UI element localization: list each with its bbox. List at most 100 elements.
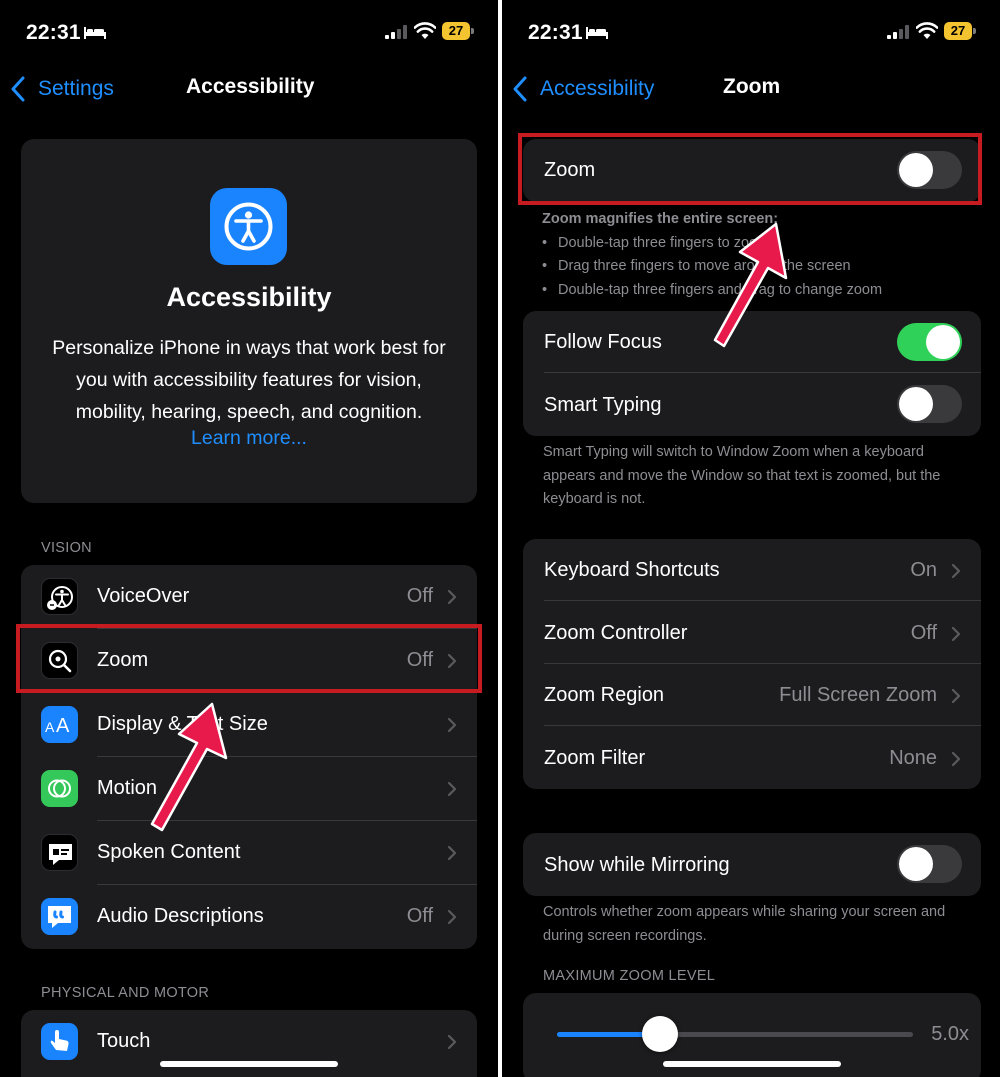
status-time: 22:31: [528, 21, 583, 44]
zoom-description: Zoom magnifies the entire screen: Double…: [542, 208, 970, 302]
chevron-right-icon: [447, 653, 457, 669]
maximum-zoom-level-header: MAXIMUM ZOOM LEVEL: [543, 968, 716, 984]
chevron-right-icon: [951, 626, 961, 642]
accessibility-hero-card: Accessibility Personalize iPhone in ways…: [21, 139, 477, 503]
navigation-bar: Settings Accessibility: [0, 62, 498, 116]
zoom-options-card: Keyboard Shortcuts On Zoom Controller Of…: [523, 539, 981, 789]
row-label: Audio Descriptions: [97, 905, 264, 927]
follow-focus-switch[interactable]: [897, 323, 962, 361]
chevron-right-icon: [447, 781, 457, 797]
max-zoom-value: 5.0x: [931, 1023, 969, 1045]
status-time: 22:31: [26, 21, 81, 44]
spoken-content-icon: [41, 834, 78, 871]
vision-row-motion[interactable]: Motion: [21, 757, 477, 821]
chevron-right-icon: [951, 751, 961, 767]
back-button-label: Settings: [38, 77, 114, 100]
vision-row-spoken-content[interactable]: Spoken Content: [21, 821, 477, 885]
zoom-icon: [41, 642, 78, 679]
text-size-icon: A A: [41, 706, 78, 743]
show-while-mirroring-label: Show while Mirroring: [544, 854, 730, 876]
row-value: Off: [406, 585, 433, 607]
accessibility-screen: 22:31 27 Settings Accessibility Accessib…: [0, 0, 498, 1077]
row-label: Display & Text Size: [97, 713, 268, 735]
cellular-signal-icon: [887, 25, 909, 39]
page-title: Zoom: [723, 75, 781, 98]
back-button[interactable]: Settings: [10, 74, 114, 104]
cellular-signal-icon: [385, 25, 407, 39]
row-label: Zoom Controller: [544, 622, 688, 644]
chevron-right-icon: [447, 845, 457, 861]
row-label: Motion: [97, 777, 158, 799]
wifi-icon: [916, 22, 938, 39]
hero-title: Accessibility: [166, 282, 332, 312]
smart-typing-row: Smart Typing: [523, 373, 981, 436]
learn-more-link[interactable]: Learn more...: [21, 427, 477, 450]
zoom-description-title: Zoom magnifies the entire screen:: [542, 211, 779, 227]
chevron-right-icon: [447, 1034, 457, 1050]
focus-settings-card: Follow Focus Smart Typing: [523, 311, 981, 436]
svg-text:A: A: [56, 715, 70, 737]
max-zoom-slider-track[interactable]: [557, 1032, 913, 1037]
row-value: Off: [406, 905, 433, 927]
motion-icon: [41, 770, 78, 807]
row-label: Zoom Filter: [544, 747, 646, 769]
home-indicator: [663, 1061, 841, 1067]
status-bar: 22:31 27: [0, 0, 498, 62]
vision-row-audio-descriptions[interactable]: Audio Descriptions Off: [21, 885, 477, 949]
mirroring-card: Show while Mirroring: [523, 833, 981, 896]
vision-section-header: VISION: [41, 540, 92, 556]
chevron-right-icon: [447, 909, 457, 925]
chevron-right-icon: [447, 589, 457, 605]
battery-level: 27: [442, 22, 470, 40]
sleep-focus-icon: [586, 27, 608, 39]
zoom-controller-row[interactable]: Zoom Controller Off: [523, 601, 981, 664]
row-value: None: [889, 747, 937, 769]
status-bar: 22:31 27: [502, 0, 1000, 62]
audio-descriptions-icon: [41, 898, 78, 935]
max-zoom-slider-thumb[interactable]: [642, 1016, 679, 1052]
zoom-filter-row[interactable]: Zoom Filter None: [523, 726, 981, 789]
chevron-left-icon: [11, 76, 25, 102]
zoom-toggle-switch[interactable]: [897, 151, 962, 189]
chevron-left-icon: [513, 76, 527, 102]
zoom-toggle-row: Zoom: [523, 139, 981, 202]
row-label: VoiceOver: [97, 585, 190, 607]
back-button-label: Accessibility: [540, 77, 655, 100]
vision-row-zoom[interactable]: Zoom Off: [21, 629, 477, 693]
zoom-toggle-card: Zoom: [523, 139, 981, 202]
row-value: Full Screen Zoom: [779, 684, 937, 706]
accessibility-icon: [210, 188, 287, 265]
page-title: Accessibility: [186, 75, 315, 98]
row-label: Keyboard Shortcuts: [544, 559, 720, 581]
back-button[interactable]: Accessibility: [512, 74, 654, 104]
row-label: Spoken Content: [97, 841, 241, 863]
zoom-region-row[interactable]: Zoom Region Full Screen Zoom: [523, 664, 981, 726]
home-indicator: [160, 1061, 338, 1067]
battery-level: 27: [944, 22, 972, 40]
follow-focus-row: Follow Focus: [523, 311, 981, 373]
sleep-focus-icon: [84, 27, 106, 39]
zoom-description-item: Double-tap three fingers and drag to cha…: [542, 279, 970, 303]
chevron-right-icon: [951, 688, 961, 704]
chevron-right-icon: [447, 717, 457, 733]
row-value: On: [910, 559, 937, 581]
smart-typing-switch[interactable]: [897, 385, 962, 423]
row-label: Touch: [97, 1030, 151, 1052]
zoom-toggle-label: Zoom: [544, 159, 596, 181]
touch-icon: [41, 1023, 78, 1060]
svg-text:A: A: [45, 719, 55, 735]
wifi-icon: [414, 22, 436, 39]
hero-description: Personalize iPhone in ways that work bes…: [52, 337, 446, 423]
keyboard-shortcuts-row[interactable]: Keyboard Shortcuts On: [523, 539, 981, 601]
vision-row-display-text-size[interactable]: A A Display & Text Size: [21, 693, 477, 757]
row-value: Off: [910, 622, 937, 644]
zoom-settings-screen: 22:31 27 Accessibility Zoom Zoom Zoom ma…: [502, 0, 1000, 1077]
mirroring-footer: Controls whether zoom appears while shar…: [543, 904, 946, 944]
vision-row-voiceover[interactable]: VoiceOver Off: [21, 565, 477, 629]
smart-typing-label: Smart Typing: [544, 394, 662, 416]
zoom-description-item: Drag three fingers to move around the sc…: [542, 255, 970, 279]
show-while-mirroring-switch[interactable]: [897, 845, 962, 883]
navigation-bar: Accessibility Zoom: [502, 62, 1000, 116]
voiceover-icon: [41, 578, 78, 615]
row-value: Off: [406, 649, 433, 671]
